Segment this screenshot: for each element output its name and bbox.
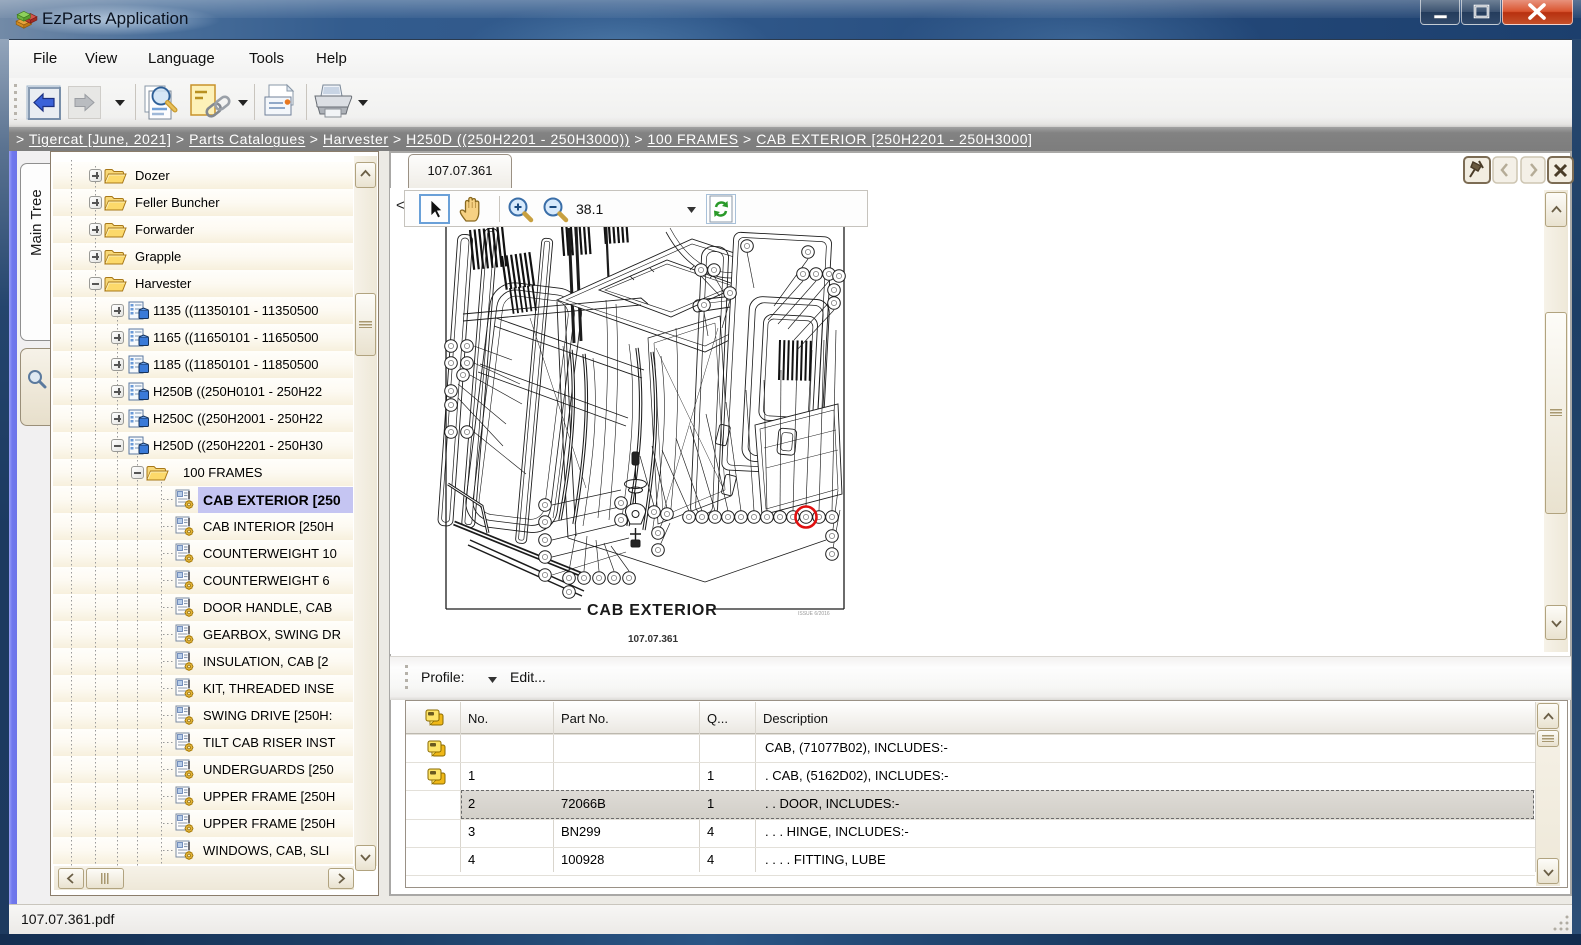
- svg-text:Main Tree: Main Tree: [28, 189, 45, 256]
- svg-text:ISSUE 6/2016: ISSUE 6/2016: [798, 611, 830, 617]
- svg-text:107.07.361: 107.07.361: [628, 634, 678, 645]
- svg-text:CAB EXTERIOR: CAB EXTERIOR: [587, 602, 718, 619]
